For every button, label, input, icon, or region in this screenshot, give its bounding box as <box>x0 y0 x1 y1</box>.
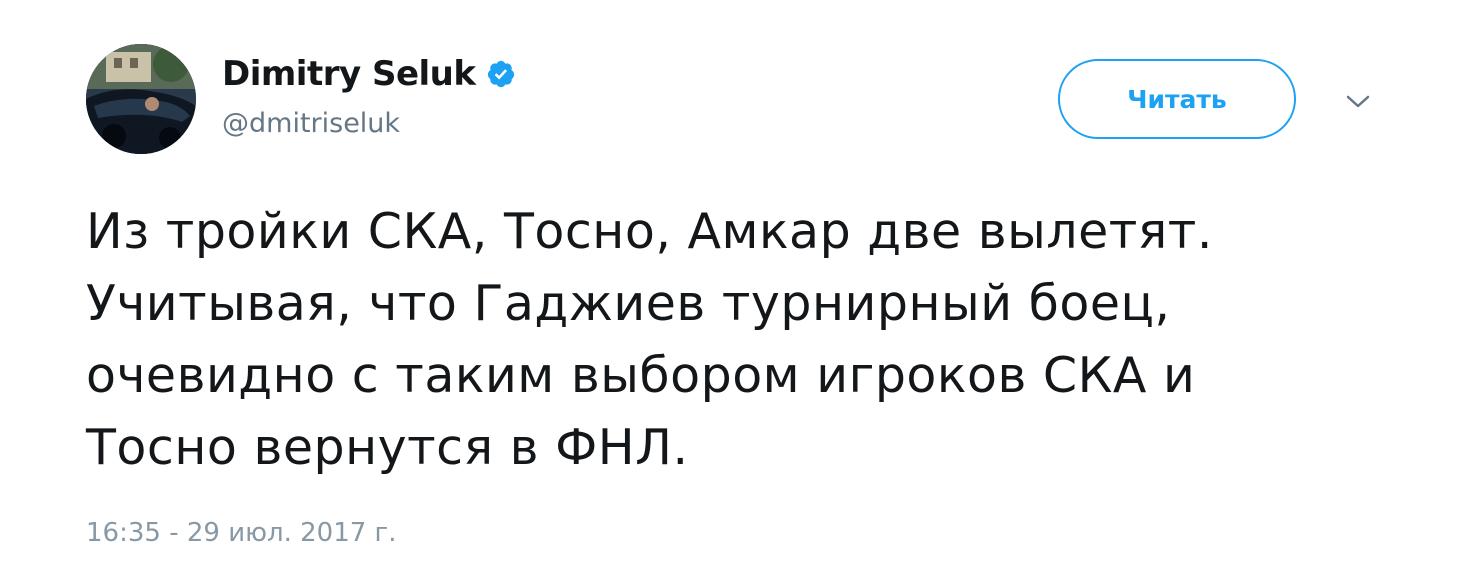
tweet-text-line: Из тройки СКА, Тосно, Амкар две вылетят. <box>86 203 1213 260</box>
avatar[interactable] <box>86 44 196 154</box>
tweet-text-line: Тосно вернутся в ФНЛ. <box>86 419 689 476</box>
follow-button[interactable]: Читать <box>1058 59 1296 139</box>
tweet-text-line: Учитывая, что Гаджиев турнирный боец, <box>86 275 1171 332</box>
author-name-row: Dimitry Seluk <box>222 52 516 96</box>
tweet-card: Dimitry Seluk @dmitriseluk Читать Из тро… <box>0 0 1460 572</box>
chevron-down-icon[interactable] <box>1344 92 1372 112</box>
tweet-text: Из тройки СКА, Тосно, Амкар две вылетят.… <box>86 196 1406 484</box>
tweet-text-line: очевидно с таким выбором игроков СКА и <box>86 347 1196 404</box>
avatar-photo <box>86 44 196 154</box>
author-handle[interactable]: @dmitriseluk <box>222 108 400 139</box>
verified-badge-icon <box>486 59 516 89</box>
author-display-name[interactable]: Dimitry Seluk <box>222 54 476 94</box>
tweet-timestamp[interactable]: 16:35 - 29 июл. 2017 г. <box>86 518 396 548</box>
